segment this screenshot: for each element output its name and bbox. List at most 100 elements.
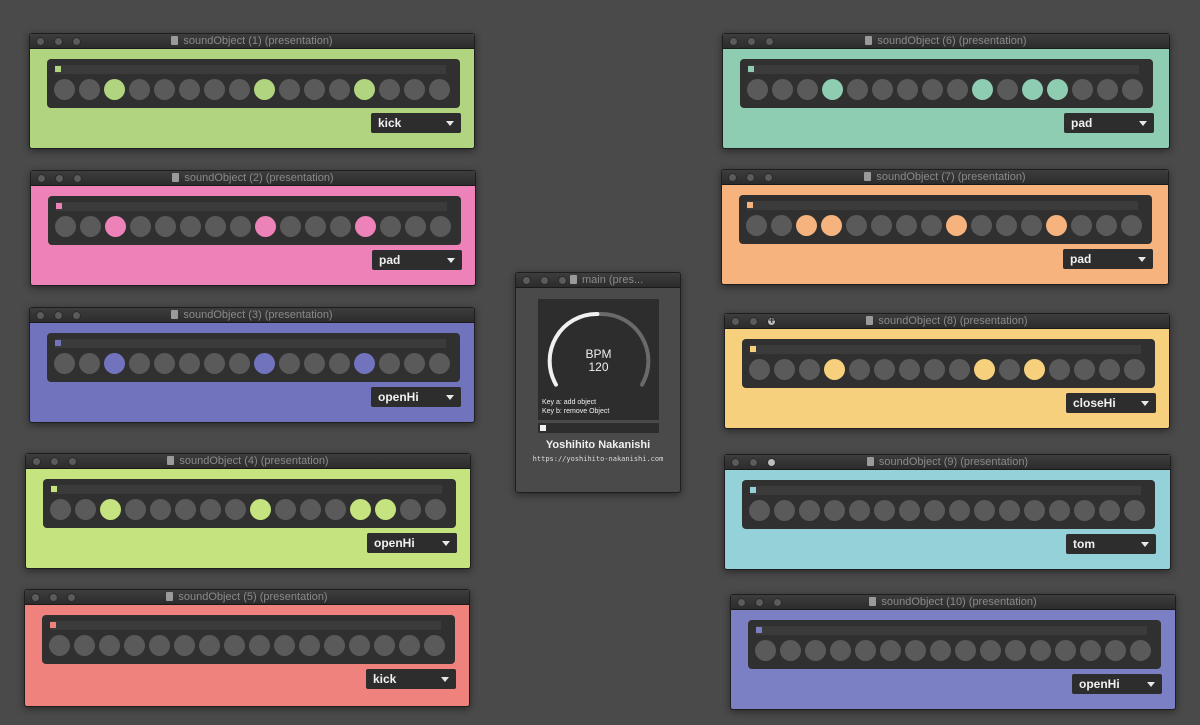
step-button[interactable]	[805, 640, 826, 661]
window-title-bar[interactable]: soundObject (2) (presentation)	[31, 171, 475, 186]
step-button[interactable]	[255, 216, 276, 237]
step-button[interactable]	[924, 500, 945, 521]
step-button[interactable]	[847, 79, 868, 100]
step-button[interactable]	[996, 215, 1017, 236]
step-button[interactable]	[872, 79, 893, 100]
step-button[interactable]	[1122, 79, 1143, 100]
step-button[interactable]	[971, 215, 992, 236]
step-button[interactable]	[1105, 640, 1126, 661]
step-button[interactable]	[75, 499, 96, 520]
step-button[interactable]	[104, 353, 125, 374]
window-title-bar[interactable]: soundObject (3) (presentation)	[30, 308, 474, 323]
step-button[interactable]	[922, 79, 943, 100]
step-button[interactable]	[79, 353, 100, 374]
step-button[interactable]	[1099, 500, 1120, 521]
step-button[interactable]	[379, 353, 400, 374]
step-button[interactable]	[830, 640, 851, 661]
step-button[interactable]	[149, 635, 170, 656]
step-button[interactable]	[230, 216, 251, 237]
window-title-bar[interactable]: soundObject (1) (presentation)	[30, 34, 474, 49]
step-button[interactable]	[947, 79, 968, 100]
step-button[interactable]	[1049, 500, 1070, 521]
step-button[interactable]	[425, 499, 446, 520]
step-button[interactable]	[1005, 640, 1026, 661]
step-button[interactable]	[429, 79, 450, 100]
step-button[interactable]	[749, 359, 770, 380]
step-button[interactable]	[855, 640, 876, 661]
step-button[interactable]	[1074, 359, 1095, 380]
step-button[interactable]	[799, 359, 820, 380]
step-button[interactable]	[125, 499, 146, 520]
step-button[interactable]	[229, 353, 250, 374]
step-button[interactable]	[155, 216, 176, 237]
step-button[interactable]	[254, 79, 275, 100]
step-button[interactable]	[174, 635, 195, 656]
step-button[interactable]	[946, 215, 967, 236]
window-title-bar[interactable]: soundObject (5) (presentation)	[25, 590, 469, 605]
step-button[interactable]	[280, 216, 301, 237]
step-button[interactable]	[124, 635, 145, 656]
author-url[interactable]: https://yoshihito-nakanishi.com	[516, 455, 680, 463]
step-button[interactable]	[279, 353, 300, 374]
instrument-dropdown[interactable]: tom	[1066, 534, 1156, 554]
step-button[interactable]	[299, 635, 320, 656]
step-button[interactable]	[374, 635, 395, 656]
step-button[interactable]	[200, 499, 221, 520]
step-button[interactable]	[249, 635, 270, 656]
step-button[interactable]	[772, 79, 793, 100]
step-button[interactable]	[1021, 215, 1042, 236]
main-title-bar[interactable]: main (pres...	[516, 273, 680, 288]
minimize-window-icon[interactable]	[540, 276, 549, 285]
step-button[interactable]	[849, 359, 870, 380]
step-button[interactable]	[896, 215, 917, 236]
step-button[interactable]	[880, 640, 901, 661]
instrument-dropdown[interactable]: openHi	[367, 533, 457, 553]
step-button[interactable]	[774, 500, 795, 521]
step-button[interactable]	[130, 216, 151, 237]
step-button[interactable]	[154, 79, 175, 100]
step-button[interactable]	[1130, 640, 1151, 661]
step-button[interactable]	[404, 79, 425, 100]
instrument-dropdown[interactable]: openHi	[371, 387, 461, 407]
step-button[interactable]	[175, 499, 196, 520]
step-button[interactable]	[799, 500, 820, 521]
step-button[interactable]	[1071, 215, 1092, 236]
zoom-window-icon[interactable]	[558, 276, 567, 285]
step-button[interactable]	[179, 353, 200, 374]
step-button[interactable]	[74, 635, 95, 656]
step-button[interactable]	[999, 359, 1020, 380]
step-button[interactable]	[349, 635, 370, 656]
step-button[interactable]	[54, 353, 75, 374]
step-button[interactable]	[430, 216, 451, 237]
step-button[interactable]	[824, 500, 845, 521]
step-button[interactable]	[921, 215, 942, 236]
step-button[interactable]	[225, 499, 246, 520]
step-button[interactable]	[774, 359, 795, 380]
step-button[interactable]	[100, 499, 121, 520]
step-button[interactable]	[1030, 640, 1051, 661]
step-button[interactable]	[99, 635, 120, 656]
step-button[interactable]	[50, 499, 71, 520]
step-button[interactable]	[254, 353, 275, 374]
instrument-dropdown[interactable]: pad	[372, 250, 462, 270]
step-button[interactable]	[1022, 79, 1043, 100]
step-button[interactable]	[1024, 359, 1045, 380]
step-button[interactable]	[250, 499, 271, 520]
step-button[interactable]	[305, 216, 326, 237]
step-button[interactable]	[849, 500, 870, 521]
step-button[interactable]	[874, 500, 895, 521]
step-button[interactable]	[949, 359, 970, 380]
step-button[interactable]	[279, 79, 300, 100]
step-button[interactable]	[399, 635, 420, 656]
step-button[interactable]	[404, 353, 425, 374]
step-button[interactable]	[204, 353, 225, 374]
instrument-dropdown[interactable]: closeHi	[1066, 393, 1156, 413]
step-button[interactable]	[304, 79, 325, 100]
instrument-dropdown[interactable]: kick	[366, 669, 456, 689]
step-button[interactable]	[80, 216, 101, 237]
step-button[interactable]	[949, 500, 970, 521]
step-button[interactable]	[154, 353, 175, 374]
step-button[interactable]	[1124, 500, 1145, 521]
step-button[interactable]	[899, 500, 920, 521]
window-title-bar[interactable]: soundObject (9) (presentation)	[725, 455, 1170, 470]
